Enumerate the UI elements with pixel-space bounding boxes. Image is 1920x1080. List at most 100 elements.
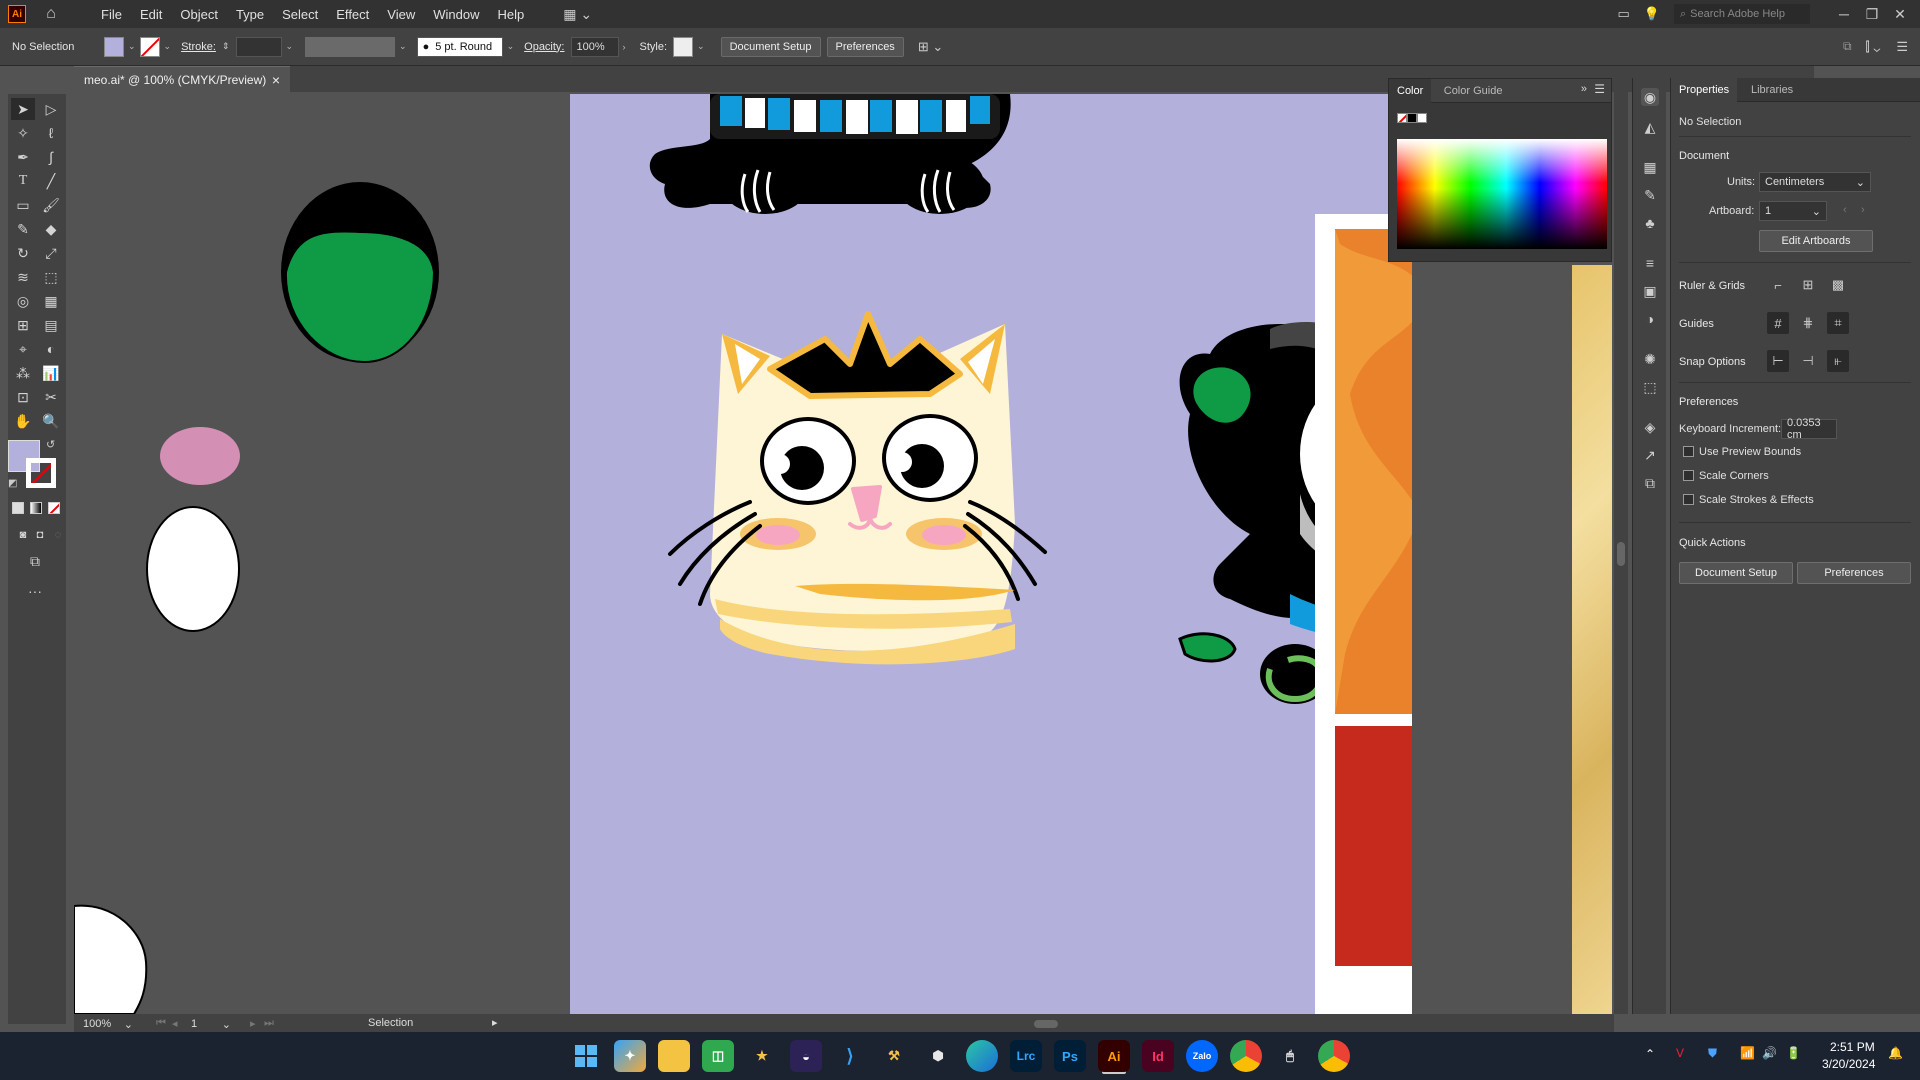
swap-fill-stroke-icon[interactable]: ↺ (46, 438, 55, 451)
color-guide-tab[interactable]: Color Guide (1436, 79, 1511, 103)
document-setup-button[interactable]: Document Setup (720, 36, 821, 57)
document-tab[interactable]: meo.ai* @ 100% (CMYK/Preview) × (74, 66, 290, 92)
arrange-documents-icon[interactable]: ▭ (1618, 6, 1630, 22)
green-ellipse-shape[interactable] (284, 230, 436, 364)
gradient-mode-icon[interactable] (30, 502, 42, 514)
clock-time[interactable]: 2:51 PM (1830, 1040, 1875, 1054)
eraser-tool-icon[interactable]: ◆ (39, 218, 63, 240)
scale-corners-checkbox[interactable] (1683, 470, 1694, 481)
white-ellipse-shape[interactable] (146, 506, 240, 632)
paintbrush-tool-icon[interactable]: 🖌 (39, 194, 63, 216)
color-tab[interactable]: Color (1389, 79, 1432, 103)
edge-browser-icon[interactable] (966, 1040, 998, 1072)
chrome-icon[interactable] (1230, 1040, 1262, 1072)
lasso-tool-icon[interactable]: ℓ (39, 122, 63, 144)
lightroom-classic-icon[interactable]: Lrc (1010, 1040, 1042, 1072)
edit-toolbar-icon[interactable]: ··· (23, 580, 47, 602)
artboards-panel-icon[interactable]: ⧉ (1641, 474, 1659, 492)
menu-view[interactable]: View (378, 7, 424, 22)
stroke-color-box[interactable] (26, 458, 56, 488)
profile-dropdown-icon[interactable]: ⌄ (399, 41, 407, 52)
indesign-icon[interactable]: Id (1142, 1040, 1174, 1072)
direct-selection-tool-icon[interactable]: ▷ (39, 98, 63, 120)
color-mode-icon[interactable] (12, 502, 24, 514)
minimize-button[interactable]: ─ (1830, 6, 1858, 22)
search-field[interactable]: ⌕ Search Adobe Help (1674, 4, 1810, 24)
style-swatch[interactable] (673, 36, 694, 57)
line-tool-icon[interactable]: ╱ (39, 170, 63, 192)
column-graph-tool-icon[interactable]: 📊 (39, 362, 63, 384)
keyboard-increment-field[interactable]: 0.0353 cm (1781, 417, 1837, 441)
brushes-icon[interactable]: ✎ (1641, 186, 1659, 204)
properties-tab[interactable]: Properties (1671, 78, 1738, 102)
variable-width-profile[interactable] (305, 36, 396, 57)
layers-panel-icon[interactable]: ◈ (1641, 418, 1659, 436)
vscode-icon[interactable]: ⟩ (834, 1040, 866, 1072)
gradient-panel-icon[interactable]: ▣ (1641, 282, 1659, 300)
swatches-icon[interactable]: ▦ (1641, 158, 1659, 176)
color-guide-icon[interactable]: ◭ (1641, 118, 1659, 136)
quick-document-setup-button[interactable]: Document Setup (1679, 562, 1793, 584)
libraries-tab[interactable]: Libraries (1743, 78, 1801, 102)
graphic-styles-icon[interactable]: ⬚ (1641, 378, 1659, 396)
horizontal-scrollbar-thumb[interactable] (1034, 1020, 1058, 1028)
photoshop-icon[interactable]: Ps (1054, 1040, 1086, 1072)
discover-icon[interactable]: 💡 (1644, 6, 1660, 22)
app-green-icon[interactable]: ◫ (702, 1040, 734, 1072)
white-swatch[interactable] (1417, 113, 1427, 123)
wifi-icon[interactable]: 📶 (1740, 1046, 1755, 1060)
collapse-panel-icon[interactable]: » (1581, 83, 1587, 95)
clock-date[interactable]: 3/20/2024 (1822, 1057, 1875, 1071)
menu-edit[interactable]: Edit (131, 7, 171, 22)
menu-effect[interactable]: Effect (327, 7, 378, 22)
app-star-icon[interactable]: ★ (746, 1040, 778, 1072)
horizontal-scrollbar[interactable] (514, 1018, 1604, 1030)
stroke-swatch[interactable] (139, 36, 160, 57)
app-shield-icon[interactable]: ⬢ (922, 1040, 954, 1072)
artboard-dropdown[interactable]: 1 ⌄ (1759, 201, 1827, 221)
magic-wand-tool-icon[interactable]: ✧ (11, 122, 35, 144)
none-mode-icon[interactable] (48, 502, 60, 514)
chrome-profile-icon[interactable] (1318, 1040, 1350, 1072)
curvature-tool-icon[interactable]: ∫ (39, 146, 63, 168)
symbols-icon[interactable]: ♣ (1641, 214, 1659, 232)
align-options-icon[interactable]: ⊞ ⌄ (918, 39, 943, 55)
app-eclipse-icon[interactable]: ◒ (790, 1040, 822, 1072)
last-artboard-icon[interactable]: ⏭ (264, 1017, 274, 1030)
slice-tool-icon[interactable]: ✂ (39, 386, 63, 408)
panel-arrange-icon[interactable]: ⧉ (1843, 39, 1852, 54)
none-swatch[interactable] (1397, 113, 1407, 123)
menu-type[interactable]: Type (227, 7, 273, 22)
home-icon[interactable]: ⌂ (36, 5, 66, 23)
previous-artboard-nav-icon[interactable]: ◂ (172, 1017, 178, 1030)
align-panel-icon[interactable]: ⫿ ⌄ (1866, 39, 1881, 55)
status-menu-icon[interactable]: ▸ (492, 1016, 498, 1029)
menu-file[interactable]: File (92, 7, 131, 22)
rotate-tool-icon[interactable]: ↻ (11, 242, 35, 264)
artboard-tool-icon[interactable]: ⊡ (11, 386, 35, 408)
default-colors-icon[interactable]: ◩ (8, 478, 17, 489)
battery-icon[interactable]: 🔋 (1786, 1046, 1801, 1060)
photo-strip-image[interactable] (1315, 214, 1412, 1014)
lock-guides-icon[interactable]: ⋕ (1797, 312, 1819, 334)
fill-dropdown-icon[interactable]: ⌄ (128, 41, 136, 52)
gradient-tool-icon[interactable]: ▤ (39, 314, 63, 336)
zoom-tool-icon[interactable]: 🔍 (39, 410, 63, 432)
units-dropdown[interactable]: Centimeters ⌄ (1759, 172, 1871, 192)
preferences-button[interactable]: Preferences (826, 36, 904, 57)
symbol-sprayer-tool-icon[interactable]: ⁂ (11, 362, 35, 384)
warp-tool-icon[interactable]: ≋ (11, 266, 35, 288)
restore-button[interactable]: ❐ (1858, 6, 1886, 23)
shaper-tool-icon[interactable]: ✎ (11, 218, 35, 240)
windows-start-icon[interactable] (570, 1040, 602, 1072)
panel-menu-icon[interactable]: ☰ (1594, 82, 1605, 96)
fill-swatch[interactable] (104, 36, 124, 57)
grid-icon[interactable]: ⊞ (1797, 274, 1819, 296)
stroke-weight-dropdown-icon[interactable]: ⌄ (286, 41, 294, 52)
next-artboard-nav-icon[interactable]: ▸ (250, 1017, 256, 1030)
mesh-tool-icon[interactable]: ⊞ (11, 314, 35, 336)
brush-dropdown-icon[interactable]: ⌄ (507, 41, 515, 52)
menu-select[interactable]: Select (273, 7, 327, 22)
smart-guides-icon[interactable]: ⌗ (1827, 312, 1849, 334)
first-artboard-icon[interactable]: ⏮ (156, 1017, 166, 1030)
